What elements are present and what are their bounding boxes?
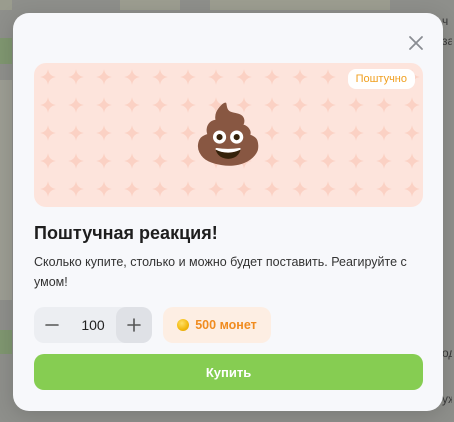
background-block [120, 0, 180, 10]
background-text: за [442, 34, 452, 48]
buy-button[interactable]: Купить [34, 354, 423, 390]
price-tag: 500 монет [163, 307, 271, 343]
background-text: уж [442, 392, 452, 406]
minus-icon [45, 324, 59, 326]
piecewise-badge: Поштучно [347, 69, 415, 89]
increase-button[interactable] [116, 307, 152, 343]
background-block [210, 0, 390, 10]
quantity-value[interactable]: 100 [70, 317, 116, 333]
background-block [0, 38, 12, 64]
coin-icon [177, 319, 190, 331]
plus-icon [127, 318, 141, 332]
close-icon [409, 36, 423, 50]
close-button[interactable] [403, 30, 429, 56]
background-text: од [442, 346, 452, 360]
modal-description: Сколько купите, столько и можно будет по… [34, 255, 407, 289]
quantity-stepper: 100 [34, 307, 152, 343]
background-block [0, 80, 12, 300]
background-block [0, 0, 12, 10]
background-block [0, 330, 12, 354]
poop-emoji-icon: 💩 [192, 102, 265, 167]
decrease-button[interactable] [34, 307, 70, 343]
price-label: 500 монет [195, 318, 257, 332]
background-text: ч [442, 14, 449, 28]
reaction-banner: Поштучно 💩 [34, 63, 423, 207]
modal-title: Поштучная реакция! [34, 223, 218, 243]
